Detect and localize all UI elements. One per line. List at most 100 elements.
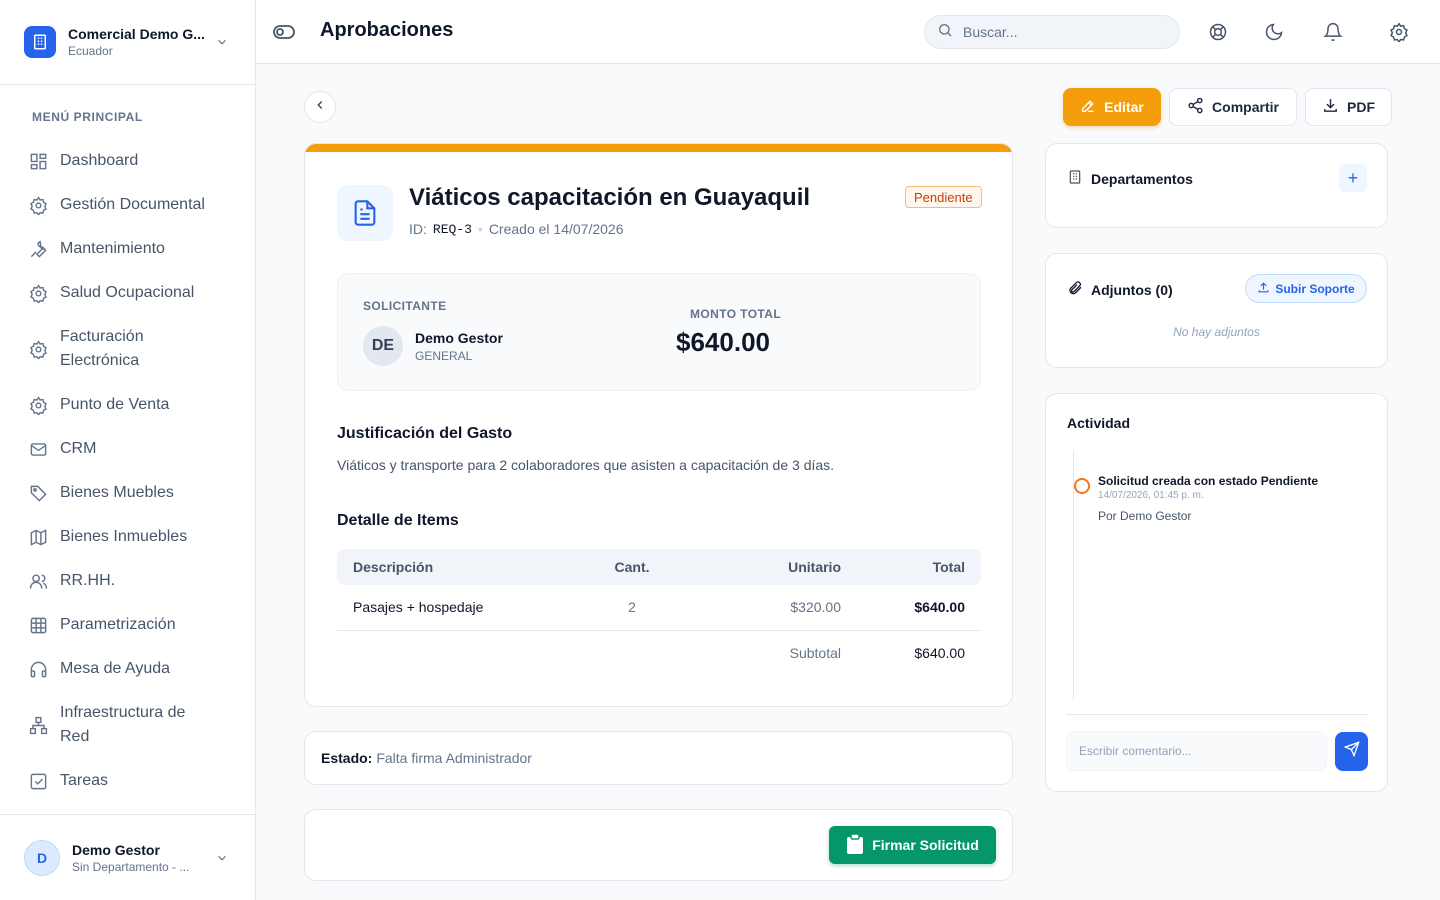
user-menu[interactable]: D Demo Gestor Sin Departamento - ... (0, 814, 255, 900)
gear-icon (28, 283, 48, 303)
items-table: Descripción Cant. Unitario Total Pasajes… (337, 549, 981, 675)
sidebar-item-crm[interactable]: CRM (28, 427, 238, 471)
document-icon (337, 185, 393, 241)
column-header: Cant. (614, 559, 650, 575)
column-header: Unitario (788, 559, 841, 575)
item-description: Pasajes + hospedaje (337, 585, 557, 631)
departments-title: Departamentos (1091, 170, 1193, 187)
gear-icon[interactable] (1389, 22, 1409, 42)
activity-title: Actividad (1067, 415, 1131, 431)
sidebar-item-label: Salud Ocupacional (60, 284, 195, 301)
item-total: $640.00 (857, 585, 981, 631)
map-icon (28, 527, 48, 547)
building-icon (24, 26, 56, 58)
sidebar-item-label: Gestión Documental (60, 196, 205, 213)
sidebar-item-infraestructura-de-red[interactable]: Infraestructura de Red (28, 691, 238, 759)
upload-label: Subir Soporte (1275, 281, 1355, 296)
search-box[interactable] (924, 15, 1180, 49)
subtotal-label: Subtotal (789, 644, 841, 661)
mail-icon (28, 439, 48, 459)
user-department: Sin Departamento - ... (72, 859, 190, 874)
user-name: Demo Gestor (72, 841, 160, 858)
send-comment-button[interactable] (1335, 732, 1368, 771)
sidebar-item-dashboard[interactable]: Dashboard (28, 139, 238, 183)
search-input[interactable] (963, 24, 1163, 40)
dashboard-icon (28, 151, 48, 171)
attachments-header: Adjuntos (0) (1067, 280, 1173, 299)
requester-department: GENERAL (415, 349, 473, 363)
paperclip-icon (1067, 280, 1083, 299)
back-button[interactable] (304, 91, 336, 123)
attachments-card: Adjuntos (0) Subir Soporte No hay adjunt… (1045, 253, 1388, 368)
sidebar-item-label: Facturación Electrónica (60, 328, 144, 369)
attachments-title: Adjuntos (0) (1091, 281, 1173, 298)
sidebar-item-mesa-de-ayuda[interactable]: Mesa de Ayuda (28, 647, 238, 691)
wrench-icon (28, 239, 48, 259)
sidebar-item-bienes-muebles[interactable]: Bienes Muebles (28, 471, 238, 515)
sidebar-item-facturacion-electronica[interactable]: Facturación Electrónica (28, 315, 238, 383)
items-title: Detalle de Items (337, 512, 459, 529)
pdf-button[interactable]: PDF (1305, 88, 1392, 126)
activity-card: Actividad Solicitud creada con estado Pe… (1045, 393, 1388, 792)
gear-icon (28, 395, 48, 415)
download-icon (1322, 97, 1339, 117)
building-icon (1067, 169, 1083, 188)
status-bar: Estado: Falta firma Administrador (304, 731, 1013, 785)
org-switcher[interactable]: Comercial Demo G... Ecuador (0, 0, 255, 85)
share-button[interactable]: Compartir (1169, 88, 1297, 126)
sidebar-toggle-icon[interactable] (272, 21, 296, 48)
request-id-label: ID: (409, 221, 427, 237)
pdf-label: PDF (1347, 99, 1375, 115)
pencil-icon (1080, 98, 1096, 117)
main-menu: Dashboard Gestión Documental Mantenimien… (28, 139, 238, 803)
status-value: Falta firma Administrador (376, 750, 532, 766)
table-header: Descripción Cant. Unitario Total (337, 549, 981, 585)
comment-input[interactable] (1066, 731, 1327, 771)
clipboard-icon (846, 832, 864, 857)
bell-icon[interactable] (1323, 22, 1343, 42)
sidebar-item-bienes-inmuebles[interactable]: Bienes Inmuebles (28, 515, 238, 559)
edit-button[interactable]: Editar (1063, 88, 1161, 126)
table-row: Pasajes + hospedaje 2 $320.00 $640.00 (337, 585, 981, 631)
add-department-button[interactable]: + (1339, 164, 1367, 192)
moon-icon[interactable] (1264, 22, 1284, 42)
sidebar-item-parametrizacion[interactable]: Parametrización (28, 603, 238, 647)
upload-support-button[interactable]: Subir Soporte (1245, 274, 1367, 303)
checkbox-icon (28, 771, 48, 791)
chevron-left-icon (313, 98, 327, 117)
topbar: Aprobaciones (256, 0, 1440, 64)
request-title: Viáticos capacitación en Guayaquil (409, 184, 811, 211)
sidebar-item-tareas[interactable]: Tareas (28, 759, 238, 803)
sign-label: Firmar Solicitud (872, 837, 979, 853)
chevron-down-icon (215, 35, 229, 54)
departments-card: Departamentos + (1045, 143, 1388, 228)
sidebar-item-label: Punto de Venta (60, 396, 170, 413)
chevron-down-icon (215, 851, 229, 870)
sidebar-item-punto-de-venta[interactable]: Punto de Venta (28, 383, 238, 427)
help-icon[interactable] (1208, 22, 1228, 42)
sidebar: Comercial Demo G... Ecuador MENÚ PRINCIP… (0, 0, 256, 900)
request-meta: ID: REQ-3 • Creado el 14/07/2026 (409, 221, 623, 237)
item-quantity: 2 (557, 585, 707, 631)
sidebar-item-rrhh[interactable]: RR.HH. (28, 559, 238, 603)
request-summary: SOLICITANTE DE Demo Gestor GENERAL MONTO… (337, 273, 981, 391)
divider (1066, 714, 1368, 715)
total-label: MONTO TOTAL (690, 307, 782, 321)
sidebar-item-label: CRM (60, 440, 97, 457)
sidebar-item-gestion-documental[interactable]: Gestión Documental (28, 183, 238, 227)
request-created: Creado el 14/07/2026 (488, 221, 624, 237)
requester-name: Demo Gestor (415, 330, 503, 346)
sign-request-button[interactable]: Firmar Solicitud (829, 826, 996, 864)
network-icon (28, 715, 48, 735)
sidebar-item-mantenimiento[interactable]: Mantenimiento (28, 227, 238, 271)
sidebar-item-label: Infraestructura de Red (60, 704, 186, 745)
timeline-dot (1074, 478, 1090, 494)
edit-label: Editar (1104, 99, 1144, 115)
justification-text: Viáticos y transporte para 2 colaborador… (337, 457, 835, 473)
sidebar-item-salud-ocupacional[interactable]: Salud Ocupacional (28, 271, 238, 315)
users-icon (28, 571, 48, 591)
activity-event-title: Solicitud creada con estado Pendiente (1098, 474, 1319, 488)
column-header: Total (932, 559, 965, 575)
upload-icon (1257, 281, 1270, 297)
tag-icon (28, 483, 48, 503)
